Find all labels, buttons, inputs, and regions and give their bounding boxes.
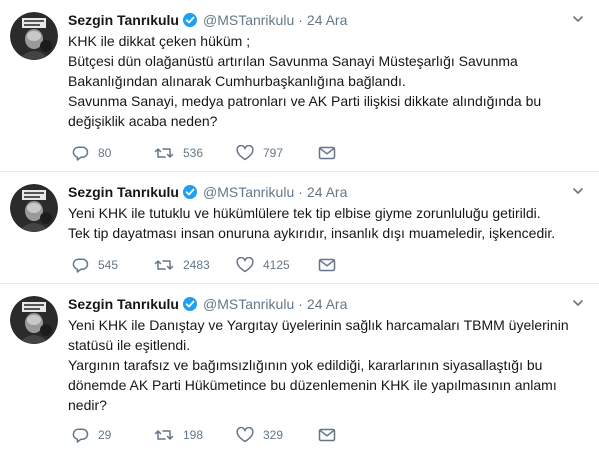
- tweet[interactable]: Sezgin Tanrıkulu @MSTanrikulu · 24 Ara Y…: [0, 284, 599, 452]
- retweet-count: 536: [183, 146, 204, 160]
- tweet-text: Yeni KHK ile Danıştay ve Yargıtay üyeler…: [68, 315, 585, 415]
- author-handle[interactable]: @MSTanrikulu: [203, 10, 294, 30]
- tweet[interactable]: Sezgin Tanrıkulu @MSTanrikulu · 24 Ara K…: [0, 0, 599, 172]
- tweet-actions: 80 536 797: [72, 145, 336, 161]
- retweet-button[interactable]: 2483: [154, 257, 236, 273]
- like-icon: [236, 257, 254, 273]
- reply-icon: [72, 145, 89, 161]
- tweet-content: Sezgin Tanrıkulu @MSTanrikulu · 24 Ara Y…: [68, 294, 585, 415]
- chevron-down-icon[interactable]: [571, 184, 585, 203]
- avatar[interactable]: [10, 296, 58, 344]
- retweet-button[interactable]: 536: [154, 145, 236, 161]
- retweet-count: 2483: [183, 258, 210, 272]
- author-name[interactable]: Sezgin Tanrıkulu: [68, 294, 179, 314]
- tweet-line: Bütçesi dün olağanüstü artırılan Savunma…: [68, 53, 518, 89]
- tweet-line: Savunma Sanayi, medya patronları ve AK P…: [68, 93, 542, 129]
- retweet-count: 198: [183, 428, 204, 442]
- tweet-line: KHK ile dikkat çeken hüküm ;: [68, 33, 251, 49]
- direct-message-icon: [318, 146, 336, 160]
- tweet-line: Yeni KHK ile tutuklu ve hükümlülere tek …: [68, 205, 541, 221]
- tweet[interactable]: Sezgin Tanrıkulu @MSTanrikulu · 24 Ara Y…: [0, 172, 599, 284]
- reply-icon: [72, 257, 89, 273]
- tweet-content: Sezgin Tanrıkulu @MSTanrikulu · 24 Ara K…: [68, 10, 585, 131]
- like-icon: [236, 427, 254, 443]
- timestamp[interactable]: 24 Ara: [307, 10, 347, 30]
- like-count: 797: [263, 146, 284, 160]
- tweet-actions: 545 2483 4125: [72, 257, 336, 273]
- retweet-button[interactable]: 198: [154, 427, 236, 443]
- direct-message-icon: [318, 428, 336, 442]
- reply-button[interactable]: 80: [72, 145, 154, 161]
- tweet-line: Tek tip dayatması insan onuruna aykırıdı…: [68, 225, 556, 241]
- tweet-line: Yargının tarafsız ve bağımsızlığının yok…: [68, 357, 557, 413]
- separator-dot: ·: [298, 296, 303, 312]
- author-name[interactable]: Sezgin Tanrıkulu: [68, 182, 179, 202]
- tweet-header: Sezgin Tanrıkulu @MSTanrikulu · 24 Ara: [68, 10, 585, 30]
- like-count: 4125: [263, 258, 290, 272]
- tweet-header: Sezgin Tanrıkulu @MSTanrikulu · 24 Ara: [68, 182, 585, 202]
- separator-dot: ·: [298, 184, 303, 200]
- author-handle[interactable]: @MSTanrikulu: [203, 182, 294, 202]
- tweet-actions: 29 198 329: [72, 427, 336, 443]
- direct-message-button[interactable]: [318, 428, 336, 442]
- like-icon: [236, 145, 254, 161]
- chevron-down-icon[interactable]: [571, 296, 585, 315]
- chevron-down-icon[interactable]: [571, 12, 585, 31]
- verified-badge-icon: [182, 184, 198, 200]
- like-button[interactable]: 797: [236, 145, 318, 161]
- tweet-feed: Sezgin Tanrıkulu @MSTanrikulu · 24 Ara K…: [0, 0, 599, 452]
- like-button[interactable]: 4125: [236, 257, 318, 273]
- reply-count: 29: [98, 428, 112, 442]
- reply-icon: [72, 427, 89, 443]
- tweet-text: KHK ile dikkat çeken hüküm ; Bütçesi dün…: [68, 31, 585, 131]
- retweet-icon: [154, 257, 174, 273]
- retweet-icon: [154, 145, 174, 161]
- verified-badge-icon: [182, 12, 198, 28]
- tweet-text: Yeni KHK ile tutuklu ve hükümlülere tek …: [68, 203, 585, 243]
- avatar[interactable]: [10, 184, 58, 232]
- timestamp[interactable]: 24 Ara: [307, 294, 347, 314]
- like-count: 329: [263, 428, 284, 442]
- retweet-icon: [154, 427, 174, 443]
- verified-badge-icon: [182, 296, 198, 312]
- author-name[interactable]: Sezgin Tanrıkulu: [68, 10, 179, 30]
- direct-message-button[interactable]: [318, 146, 336, 160]
- separator-dot: ·: [298, 12, 303, 28]
- tweet-content: Sezgin Tanrıkulu @MSTanrikulu · 24 Ara Y…: [68, 182, 585, 243]
- reply-count: 545: [98, 258, 119, 272]
- avatar[interactable]: [10, 12, 58, 60]
- tweet-line: Yeni KHK ile Danıştay ve Yargıtay üyeler…: [68, 317, 569, 353]
- like-button[interactable]: 329: [236, 427, 318, 443]
- tweet-header: Sezgin Tanrıkulu @MSTanrikulu · 24 Ara: [68, 294, 585, 314]
- direct-message-button[interactable]: [318, 258, 336, 272]
- reply-button[interactable]: 545: [72, 257, 154, 273]
- timestamp[interactable]: 24 Ara: [307, 182, 347, 202]
- direct-message-icon: [318, 258, 336, 272]
- reply-button[interactable]: 29: [72, 427, 154, 443]
- author-handle[interactable]: @MSTanrikulu: [203, 294, 294, 314]
- reply-count: 80: [98, 146, 112, 160]
